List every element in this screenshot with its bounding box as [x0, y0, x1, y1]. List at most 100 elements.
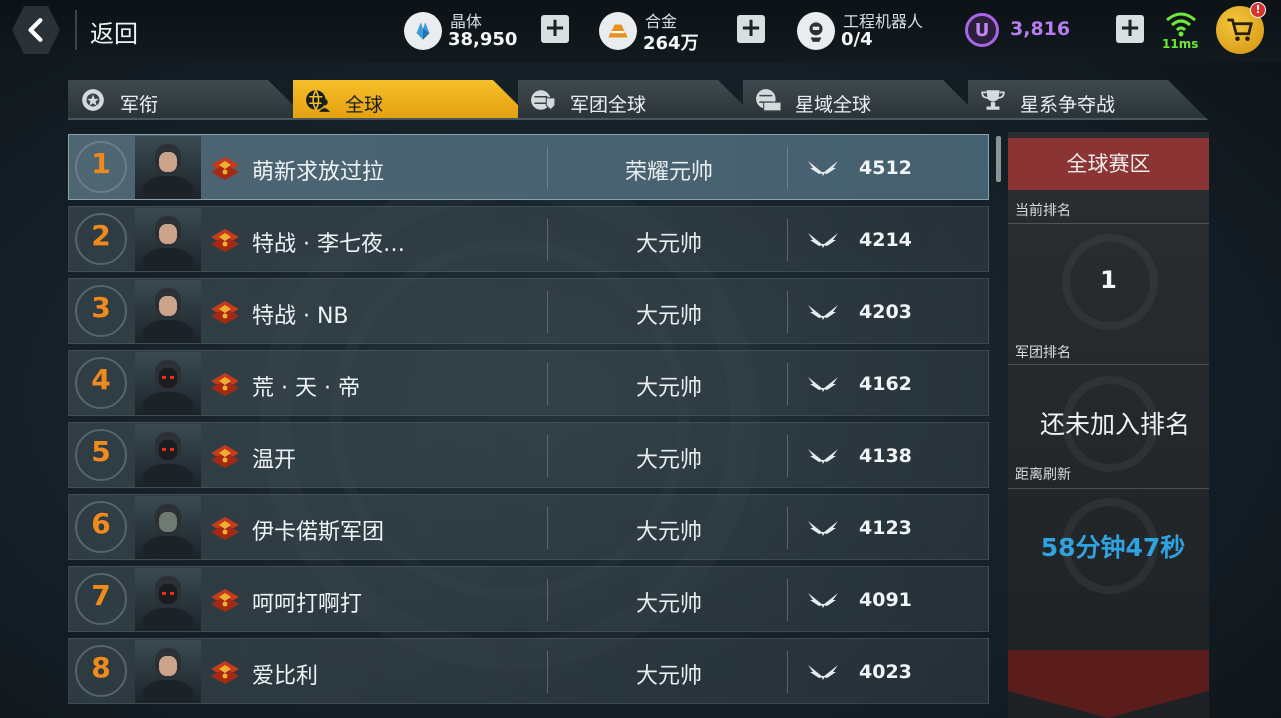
divider [547, 435, 548, 477]
divider [787, 435, 788, 477]
player-score: 4023 [859, 661, 912, 683]
rank-cell: 4 [69, 351, 133, 415]
player-title: 大元帅 [635, 448, 702, 473]
divider [75, 10, 77, 50]
add-crystal-button[interactable]: + [541, 15, 569, 43]
player-name: 荒 · 天 · 帝 [252, 376, 360, 401]
avatar-face [159, 296, 177, 316]
scrollbar[interactable] [996, 136, 1001, 182]
avatar-body [143, 248, 193, 271]
avatar-body [143, 176, 193, 199]
leaderboard-row[interactable]: 4 荒 · 天 · 帝 大元帅 4162 [68, 350, 989, 416]
divider [1008, 488, 1209, 489]
player-score: 4512 [859, 157, 912, 179]
add-premium-button[interactable]: + [1116, 15, 1144, 43]
divider [547, 219, 548, 261]
tab-label: 星系争夺战 [1020, 94, 1116, 116]
tab-legion-global[interactable]: 军团全球 [518, 80, 758, 120]
avatar[interactable] [135, 136, 201, 199]
leaderboard-tabs: 军衔 全球 军团全球 星域全球 星系争夺战 [68, 80, 1208, 120]
robot-value: 0/4 [841, 29, 873, 50]
tab-global[interactable]: 全球 [293, 80, 533, 120]
avatar-face [159, 512, 177, 532]
wings-icon [808, 305, 838, 320]
cart-icon [1227, 18, 1254, 41]
divider [787, 219, 788, 261]
crystal-resource: 晶体 38,950 [404, 6, 544, 54]
player-score: 4203 [859, 301, 912, 323]
avatar-body [143, 680, 193, 703]
avatar[interactable] [135, 568, 201, 631]
tab-sector-global[interactable]: 星域全球 [743, 80, 983, 120]
trophy-icon [978, 86, 1008, 114]
divider [1008, 364, 1209, 365]
leaderboard-row[interactable]: 5 温开 大元帅 4138 [68, 422, 989, 488]
premium-currency-icon: U [965, 13, 999, 47]
rank-cell: 3 [69, 279, 133, 343]
leaderboard-row[interactable]: 1 萌新求放过拉 荣耀元帅 4512 [68, 134, 989, 200]
leaderboard-row[interactable]: 2 特战 · 李七夜… 大元帅 4214 [68, 206, 989, 272]
leaderboard-row[interactable]: 7 呵呵打啊打 大元帅 4091 [68, 566, 989, 632]
avatar[interactable] [135, 352, 201, 415]
avatar[interactable] [135, 280, 201, 343]
player-title: 大元帅 [635, 664, 702, 689]
wings-icon [808, 161, 838, 176]
divider [547, 651, 548, 693]
tab-label: 军团全球 [570, 94, 647, 116]
add-alloy-button[interactable]: + [737, 15, 765, 43]
leaderboard-list[interactable]: 1 萌新求放过拉 荣耀元帅 4512 2 特战 · 李七夜… 大元帅 4214 3 特战 · NB… [68, 132, 991, 718]
region-header: 全球赛区 [1008, 138, 1209, 190]
rank-cell: 8 [69, 639, 133, 703]
back-label[interactable]: 返回 [90, 14, 138, 49]
avatar[interactable] [135, 496, 201, 559]
rank-badge-icon [211, 661, 239, 684]
rank-badge-icon [211, 589, 239, 612]
robot-icon [797, 12, 835, 50]
refresh-label: 距离刷新 [1015, 467, 1071, 483]
back-arrow-icon [28, 18, 43, 42]
rank-number: 8 [91, 651, 111, 684]
rank-cell: 1 [69, 135, 133, 199]
divider [787, 579, 788, 621]
leaderboard-row[interactable]: 3 特战 · NB 大元帅 4203 [68, 278, 989, 344]
current-rank-label: 当前排名 [1015, 203, 1071, 219]
avatar-body [143, 392, 193, 415]
player-title: 大元帅 [635, 232, 702, 257]
player-name: 萌新求放过拉 [252, 160, 385, 185]
divider [787, 363, 788, 405]
divider [547, 363, 548, 405]
rank-badge-icon [211, 517, 239, 540]
rank-number: 2 [91, 219, 111, 252]
ping-value: 11ms [1162, 37, 1199, 51]
player-name: 伊卡偌斯军团 [252, 520, 385, 545]
tab-galaxy-battle[interactable]: 星系争夺战 [968, 80, 1208, 120]
rank-number: 7 [91, 579, 111, 612]
player-title: 大元帅 [635, 376, 702, 401]
rank-cell: 6 [69, 495, 133, 559]
rank-cell: 2 [69, 207, 133, 271]
tab-rank[interactable]: 军衔 [68, 80, 308, 120]
player-score: 4091 [859, 589, 912, 611]
rank-insignia-icon [78, 86, 108, 114]
player-name: 爱比利 [252, 664, 319, 689]
avatar[interactable] [135, 424, 201, 487]
rank-number: 4 [91, 363, 111, 396]
divider [547, 291, 548, 333]
rank-cell: 7 [69, 567, 133, 631]
tab-label: 全球 [345, 94, 384, 116]
guild-rank-value: 还未加入排名 [1039, 410, 1190, 439]
rank-badge-icon [211, 445, 239, 468]
rank-cell: 5 [69, 423, 133, 487]
avatar-body [143, 608, 193, 631]
alloy-value: 264万 [643, 33, 699, 54]
avatar-face [159, 656, 177, 676]
wings-icon [808, 665, 838, 680]
wings-icon [808, 593, 838, 608]
tab-label: 星域全球 [795, 94, 872, 116]
current-rank-value: 1 [1100, 266, 1117, 294]
wings-icon [808, 521, 838, 536]
leaderboard-row[interactable]: 8 爱比利 大元帅 4023 [68, 638, 989, 704]
avatar[interactable] [135, 640, 201, 703]
avatar[interactable] [135, 208, 201, 271]
leaderboard-row[interactable]: 6 伊卡偌斯军团 大元帅 4123 [68, 494, 989, 560]
